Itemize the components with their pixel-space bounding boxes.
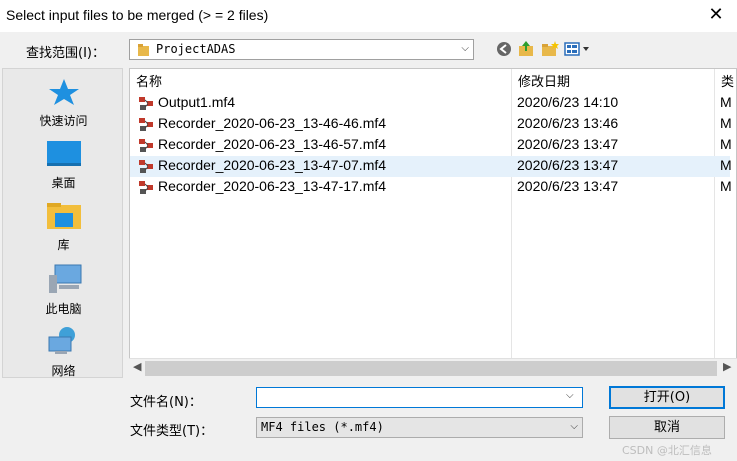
computer-icon (48, 264, 81, 293)
file-date: 2020/6/23 14:10 (517, 94, 619, 110)
library-icon (46, 203, 81, 229)
chevron-down-icon: ⌵ (461, 43, 469, 54)
chevron-down-icon: ⌵ (570, 421, 578, 432)
file-date: 2020/6/23 13:46 (517, 115, 619, 131)
close-icon: ✕ (708, 4, 724, 25)
file-list[interactable]: 名称 ^ 修改日期 类 Output1.mf4 2020/6/23 14:10 … (129, 68, 737, 378)
mf4-file-icon (139, 160, 153, 173)
lookin-label: 查找范围(I)： (26, 46, 105, 61)
scroll-left-icon[interactable]: ◀ (133, 360, 141, 373)
folder-icon (138, 44, 149, 56)
file-name: Output1.mf4 (158, 94, 236, 110)
place-desktop[interactable]: 桌面 (3, 139, 124, 191)
open-button[interactable]: 打开(O) (609, 386, 725, 409)
column-header-name[interactable]: 名称 (136, 71, 162, 90)
mf4-file-icon (139, 139, 153, 152)
file-type: M (720, 94, 732, 110)
chevron-down-icon[interactable]: ⌵ (566, 390, 574, 401)
file-name: Recorder_2020-06-23_13-46-46.mf4 (158, 115, 387, 131)
places-bar: 快速访问 桌面 库 此电脑 网络 (2, 68, 123, 378)
filetype-dropdown[interactable]: MF4 files (*.mf4) ⌵ (256, 417, 583, 438)
file-type: M (720, 157, 732, 173)
close-button[interactable]: ✕ (700, 2, 732, 28)
new-folder-icon[interactable] (540, 39, 560, 59)
place-label: 快速访问 (39, 114, 88, 128)
watermark: CSDN @北汇信息 (622, 444, 712, 457)
star-icon (48, 79, 79, 105)
cancel-button[interactable]: 取消 (609, 416, 725, 439)
scrollbar-thumb[interactable] (145, 361, 717, 376)
column-header-type[interactable]: 类 (721, 71, 734, 90)
lookin-dropdown[interactable]: ProjectADAS ⌵ (129, 39, 474, 60)
file-name: Recorder_2020-06-23_13-47-07.mf4 (158, 157, 387, 173)
file-row[interactable]: Recorder_2020-06-23_13-47-17.mf4 2020/6/… (130, 177, 732, 198)
file-date: 2020/6/23 13:47 (517, 178, 619, 194)
mf4-file-icon (139, 97, 153, 110)
file-date: 2020/6/23 13:47 (517, 136, 619, 152)
place-library[interactable]: 库 (3, 201, 124, 253)
place-network[interactable]: 网络 (3, 325, 124, 379)
up-folder-icon[interactable] (516, 39, 536, 59)
mf4-file-icon (139, 118, 153, 131)
filetype-label: 文件类型(T)： (130, 424, 214, 439)
file-type: M (720, 178, 732, 194)
network-icon (48, 327, 75, 354)
lookin-value: ProjectADAS (156, 42, 236, 56)
back-icon[interactable] (494, 39, 514, 59)
column-header-date[interactable]: 修改日期 (518, 71, 570, 90)
file-name: Recorder_2020-06-23_13-46-57.mf4 (158, 136, 387, 152)
filename-input[interactable] (256, 387, 583, 408)
place-label: 库 (57, 238, 70, 252)
desktop-icon (46, 141, 81, 166)
place-label: 网络 (51, 364, 76, 378)
window-title: Select input files to be merged (> = 2 f… (6, 7, 269, 23)
file-date: 2020/6/23 13:47 (517, 157, 619, 173)
file-row[interactable]: Output1.mf4 2020/6/23 14:10 M (130, 93, 732, 114)
mf4-file-icon (139, 181, 153, 194)
place-label: 桌面 (51, 176, 76, 190)
filename-label: 文件名(N)： (130, 395, 202, 410)
file-row[interactable]: Recorder_2020-06-23_13-46-46.mf4 2020/6/… (130, 114, 732, 135)
place-this-pc[interactable]: 此电脑 (3, 263, 124, 317)
filetype-value: MF4 files (*.mf4) (261, 420, 384, 434)
file-row[interactable]: Recorder_2020-06-23_13-46-57.mf4 2020/6/… (130, 135, 732, 156)
sort-ascending-icon: ^ (317, 68, 325, 75)
file-row[interactable]: Recorder_2020-06-23_13-47-07.mf4 2020/6/… (130, 156, 732, 177)
place-quick-access[interactable]: 快速访问 (3, 77, 124, 129)
file-type: M (720, 136, 732, 152)
scroll-right-icon[interactable]: ▶ (723, 360, 731, 373)
horizontal-scrollbar[interactable]: ◀ ▶ (129, 358, 737, 378)
file-type: M (720, 115, 732, 131)
view-menu-icon[interactable] (563, 39, 591, 59)
place-label: 此电脑 (45, 302, 82, 316)
file-name: Recorder_2020-06-23_13-47-17.mf4 (158, 178, 387, 194)
